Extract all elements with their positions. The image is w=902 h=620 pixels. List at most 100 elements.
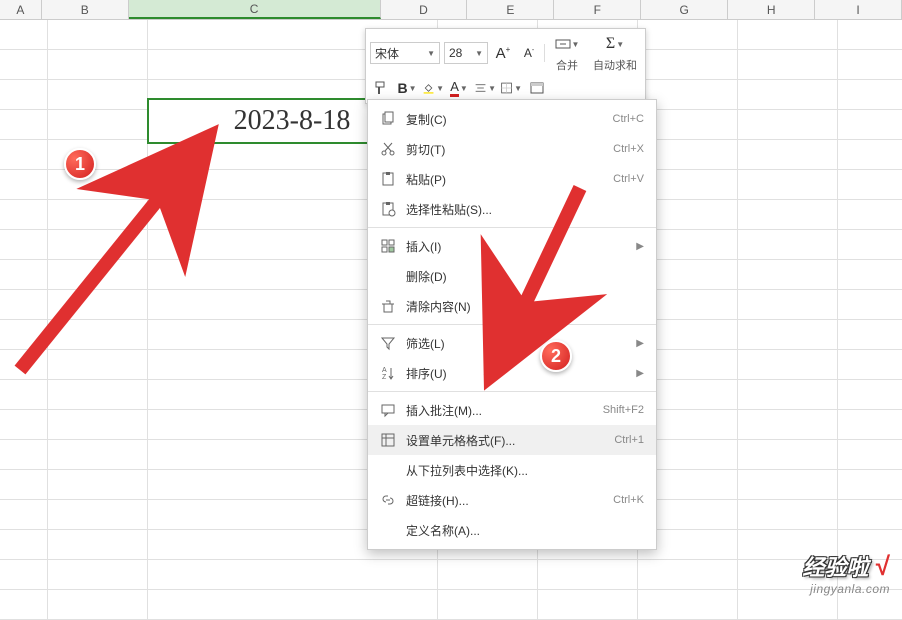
svg-text:A: A (382, 367, 387, 374)
link-icon (376, 492, 400, 508)
merge-icon (555, 36, 571, 52)
context-menu-shortcut: Ctrl+X (613, 143, 644, 155)
chevron-right-icon: ▶ (636, 241, 644, 252)
format-icon (376, 432, 400, 448)
watermark-url: jingyanla.com (802, 582, 890, 596)
annotation-step-1: 1 (64, 148, 96, 180)
chevron-down-icon: ▼ (514, 84, 522, 93)
context-menu-item[interactable]: 插入(I)▶ (368, 231, 656, 261)
col-header-e[interactable]: E (467, 0, 554, 19)
format-painter-icon (373, 80, 389, 96)
mini-toolbar: 宋体 ▼ 28 ▼ A+ A- ▼ 合并 Σ ▼ 自动求和 B▼ (365, 28, 646, 104)
context-menu-item[interactable]: 设置单元格格式(F)...Ctrl+1 (368, 425, 656, 455)
format-painter-button[interactable] (370, 77, 392, 99)
merge-label: 合并 (556, 57, 578, 73)
font-name-select[interactable]: 宋体 ▼ (370, 42, 440, 64)
context-menu-label: 粘贴(P) (400, 171, 613, 188)
context-menu-label: 超链接(H)... (400, 492, 613, 509)
context-menu-item[interactable]: 复制(C)Ctrl+C (368, 104, 656, 134)
selected-cell-value: 2023-8-18 (234, 105, 351, 137)
context-menu-item[interactable]: 插入批注(M)...Shift+F2 (368, 395, 656, 425)
col-header-f[interactable]: F (554, 0, 641, 19)
context-menu-label: 设置单元格格式(F)... (400, 432, 614, 449)
context-menu-item[interactable]: AZ排序(U)▶ (368, 358, 656, 388)
context-menu-label: 删除(D) (400, 268, 644, 285)
context-menu-separator (368, 324, 656, 325)
context-menu-shortcut: Ctrl+K (613, 494, 644, 506)
context-menu-item[interactable]: 从下拉列表中选择(K)... (368, 455, 656, 485)
format-icon (529, 80, 545, 96)
copy-icon (376, 111, 400, 127)
context-menu-item[interactable]: 剪切(T)Ctrl+X (368, 134, 656, 164)
context-menu-label: 选择性粘贴(S)... (400, 201, 644, 218)
increase-font-button[interactable]: A+ (492, 42, 514, 64)
context-menu-item[interactable]: 选择性粘贴(S)... (368, 194, 656, 224)
context-menu-separator (368, 227, 656, 228)
chevron-down-icon: ▼ (409, 84, 417, 93)
font-size-select[interactable]: 28 ▼ (444, 42, 488, 64)
context-menu-item[interactable]: 清除内容(N) (368, 291, 656, 321)
chevron-down-icon: ▼ (427, 49, 435, 58)
font-increase-icon: A+ (496, 45, 511, 62)
watermark-title: 经验啦 (802, 550, 868, 582)
col-header-b[interactable]: B (42, 0, 129, 19)
bold-button[interactable]: B▼ (396, 77, 418, 99)
paste-icon (376, 171, 400, 187)
context-menu: 复制(C)Ctrl+C剪切(T)Ctrl+X粘贴(P)Ctrl+V选择性粘贴(S… (367, 99, 657, 550)
col-header-a[interactable]: A (0, 0, 42, 19)
insert-icon (376, 238, 400, 254)
autosum-label: 自动求和 (593, 57, 637, 73)
font-decrease-icon: A- (524, 46, 534, 60)
context-menu-item[interactable]: 超链接(H)...Ctrl+K (368, 485, 656, 515)
context-menu-label: 插入(I) (400, 238, 636, 255)
context-menu-label: 清除内容(N) (400, 298, 644, 315)
svg-text:Z: Z (382, 374, 387, 381)
context-menu-item[interactable]: 删除(D) (368, 261, 656, 291)
bucket-icon (422, 80, 435, 96)
sort-icon: AZ (376, 365, 400, 381)
context-menu-item[interactable]: 定义名称(A)... (368, 515, 656, 545)
clear-icon (376, 298, 400, 314)
context-menu-label: 复制(C) (400, 111, 613, 128)
paste-special-icon (376, 201, 400, 217)
autosum-button[interactable]: Σ ▼ (599, 33, 631, 55)
context-menu-item[interactable]: 筛选(L)▶ (368, 328, 656, 358)
col-header-c[interactable]: C (129, 0, 381, 19)
chevron-down-icon: ▼ (436, 84, 444, 93)
chevron-right-icon: ▶ (636, 368, 644, 379)
watermark-check-icon: √ (876, 551, 890, 581)
font-color-button[interactable]: A ▼ (448, 77, 470, 99)
context-menu-shortcut: Ctrl+1 (614, 434, 644, 446)
col-header-d[interactable]: D (381, 0, 468, 19)
borders-icon (500, 80, 513, 96)
context-menu-label: 排序(U) (400, 365, 636, 382)
context-menu-item[interactable]: 粘贴(P)Ctrl+V (368, 164, 656, 194)
col-header-g[interactable]: G (641, 0, 728, 19)
align-button[interactable]: ▼ (474, 77, 496, 99)
context-menu-shortcut: Ctrl+V (613, 173, 644, 185)
fill-color-button[interactable]: ▼ (422, 77, 444, 99)
comment-icon (376, 402, 400, 418)
cut-icon (376, 141, 400, 157)
column-headers-row: ABCDEFGHI (0, 0, 902, 20)
context-menu-shortcut: Shift+F2 (603, 404, 644, 416)
bold-icon: B (397, 80, 407, 96)
watermark: 经验啦 √ jingyanla.com (802, 550, 890, 596)
annotation-step-2: 2 (540, 340, 572, 372)
chevron-down-icon: ▼ (572, 40, 580, 49)
chevron-down-icon: ▼ (488, 84, 496, 93)
merge-cells-button[interactable]: ▼ (553, 33, 581, 55)
filter-icon (376, 335, 400, 351)
borders-button[interactable]: ▼ (500, 77, 522, 99)
context-menu-label: 从下拉列表中选择(K)... (400, 462, 644, 479)
format-button[interactable] (526, 77, 548, 99)
decrease-font-button[interactable]: A- (518, 42, 540, 64)
chevron-down-icon: ▼ (460, 84, 468, 93)
chevron-right-icon: ▶ (636, 338, 644, 349)
chevron-down-icon: ▼ (475, 49, 483, 58)
font-size-value: 28 (449, 46, 462, 60)
font-color-icon: A (450, 79, 459, 97)
col-header-h[interactable]: H (728, 0, 815, 19)
col-header-i[interactable]: I (815, 0, 902, 19)
align-icon (474, 80, 487, 96)
